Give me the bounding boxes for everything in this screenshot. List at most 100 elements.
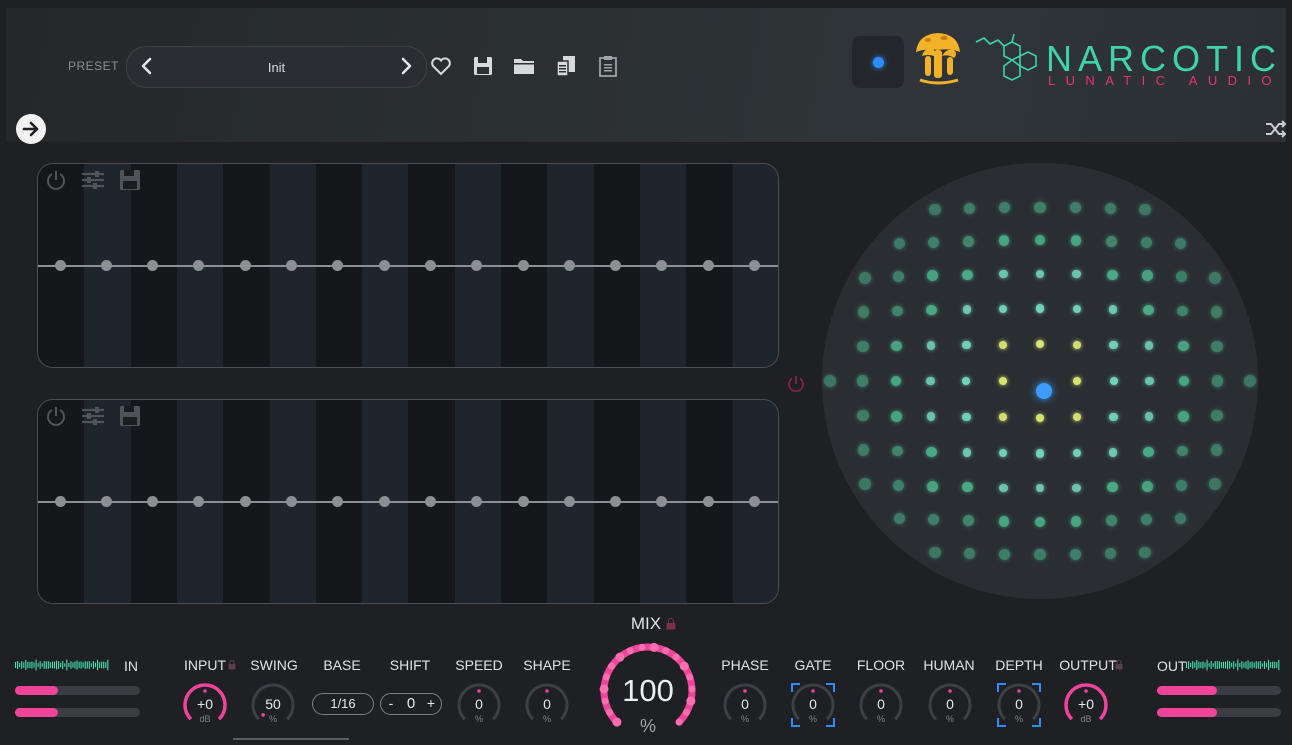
waveform-bar	[58, 661, 60, 669]
shift-increment-button[interactable]: +	[425, 695, 437, 711]
shift-decrement-button[interactable]: -	[385, 695, 397, 711]
xy-pad[interactable]	[822, 163, 1258, 599]
step-dot[interactable]	[517, 496, 529, 507]
power-icon[interactable]	[44, 404, 68, 428]
step-dot[interactable]	[702, 260, 714, 271]
xy-grid-dot	[1035, 449, 1045, 458]
lock-icon[interactable]	[1115, 660, 1123, 670]
next-preset-icon[interactable]	[396, 56, 416, 76]
mix-lock-icon[interactable]	[666, 618, 676, 630]
step-dot[interactable]	[749, 260, 760, 271]
input-meter-left-fill	[15, 686, 58, 695]
preset-selector[interactable]: Init	[126, 46, 427, 88]
waveform-bar	[1210, 661, 1212, 669]
heart-icon[interactable]	[429, 54, 453, 78]
out-label: OUT	[1157, 658, 1187, 674]
waveform-bar	[1253, 662, 1255, 668]
step-dot[interactable]	[286, 260, 297, 271]
depth-value: 0	[1015, 696, 1023, 712]
step-dot[interactable]	[517, 260, 529, 271]
xy-cursor[interactable]	[1036, 383, 1052, 399]
power-icon[interactable]	[44, 168, 68, 192]
waveform-bar	[1276, 662, 1278, 668]
waveform-bar	[94, 662, 97, 668]
step-dot[interactable]	[100, 496, 112, 507]
xy-grid-dot	[963, 235, 974, 247]
mix-arc-bead	[682, 708, 690, 716]
save-icon[interactable]	[118, 404, 142, 428]
xy-grid-dot	[1034, 516, 1046, 528]
step-dot[interactable]	[378, 260, 390, 271]
xy-grid-dot	[1035, 304, 1045, 313]
step-dot[interactable]	[749, 496, 760, 507]
sliders-icon[interactable]	[80, 404, 106, 428]
xy-grid-dot	[962, 482, 973, 493]
xy-grid-dot	[893, 237, 906, 250]
step-dot[interactable]	[239, 260, 251, 271]
sequencer-panel-2[interactable]	[37, 399, 779, 604]
waveform-bar	[1241, 661, 1243, 669]
waveform-bar	[17, 661, 19, 669]
sliders-icon[interactable]	[80, 168, 106, 192]
waveform-bar	[1278, 659, 1280, 671]
waveform-bar	[107, 659, 109, 671]
step-dot[interactable]	[563, 496, 575, 507]
sequencer-panel-1[interactable]	[37, 163, 779, 368]
human-unit: %	[945, 714, 954, 724]
status-led	[873, 57, 884, 68]
step-dot[interactable]	[424, 260, 436, 271]
xy-grid-dot	[857, 340, 869, 352]
speed-value: 0	[475, 696, 483, 712]
mushroom-logo-icon	[916, 33, 960, 85]
output-meter-left	[1157, 686, 1281, 695]
waveform-bar	[47, 661, 49, 669]
xy-grid-dot	[1108, 305, 1118, 314]
step-dot[interactable]	[100, 260, 112, 271]
folder-icon[interactable]	[512, 54, 536, 78]
shift-stepper[interactable]: - 0 +	[380, 693, 442, 715]
waveform-bar	[1229, 661, 1231, 669]
waveform-bar	[1268, 659, 1270, 671]
save-icon[interactable]	[118, 168, 142, 192]
xy-grid-dot	[927, 480, 938, 492]
step-dot[interactable]	[378, 496, 390, 507]
xy-grid-dot	[1139, 546, 1151, 559]
waveform-bar	[43, 661, 45, 669]
xy-grid-dot	[1072, 269, 1081, 279]
paste-icon[interactable]	[596, 54, 620, 78]
xy-grid-dot	[998, 448, 1008, 458]
shuffle-icon[interactable]	[1264, 118, 1288, 140]
xy-grid-dot	[1139, 203, 1151, 216]
waveform-bar	[29, 661, 31, 669]
step-dot[interactable]	[54, 260, 66, 271]
xy-grid-dot	[892, 271, 904, 283]
plugin-window: PRESET Init NARCOTIC LUNATIC AUDIO IN OU…	[0, 0, 1292, 745]
shape-label: SHAPE	[523, 657, 571, 673]
base-selector[interactable]: 1/16	[312, 693, 374, 715]
waveform-bar	[1251, 661, 1253, 669]
step-dot[interactable]	[702, 496, 714, 507]
xy-power-icon[interactable]	[786, 374, 806, 394]
step-dot[interactable]	[563, 260, 575, 271]
mix-arc-bead	[679, 661, 689, 671]
step-dot[interactable]	[286, 496, 297, 507]
xy-grid-dot	[998, 413, 1007, 422]
save-icon[interactable]	[471, 54, 495, 78]
xy-grid-dot	[1174, 237, 1187, 250]
xy-grid-dot	[998, 377, 1007, 385]
step-dot[interactable]	[239, 496, 251, 507]
waveform-bar	[1200, 661, 1202, 669]
status-led-button[interactable]	[852, 36, 904, 88]
lock-icon[interactable]	[228, 660, 236, 670]
copy-icon[interactable]	[554, 54, 578, 78]
phase-label: PHASE	[721, 657, 769, 673]
phase-unit: %	[740, 714, 749, 724]
step-dot[interactable]	[54, 496, 66, 507]
arrow-right-icon[interactable]	[16, 114, 46, 144]
xy-grid-dot	[1073, 340, 1082, 349]
waveform-bar	[1239, 662, 1241, 668]
waveform-bar	[49, 662, 51, 668]
step-dot[interactable]	[424, 496, 436, 507]
xy-grid-dot	[1104, 547, 1117, 560]
xy-grid-dot	[1176, 479, 1188, 491]
